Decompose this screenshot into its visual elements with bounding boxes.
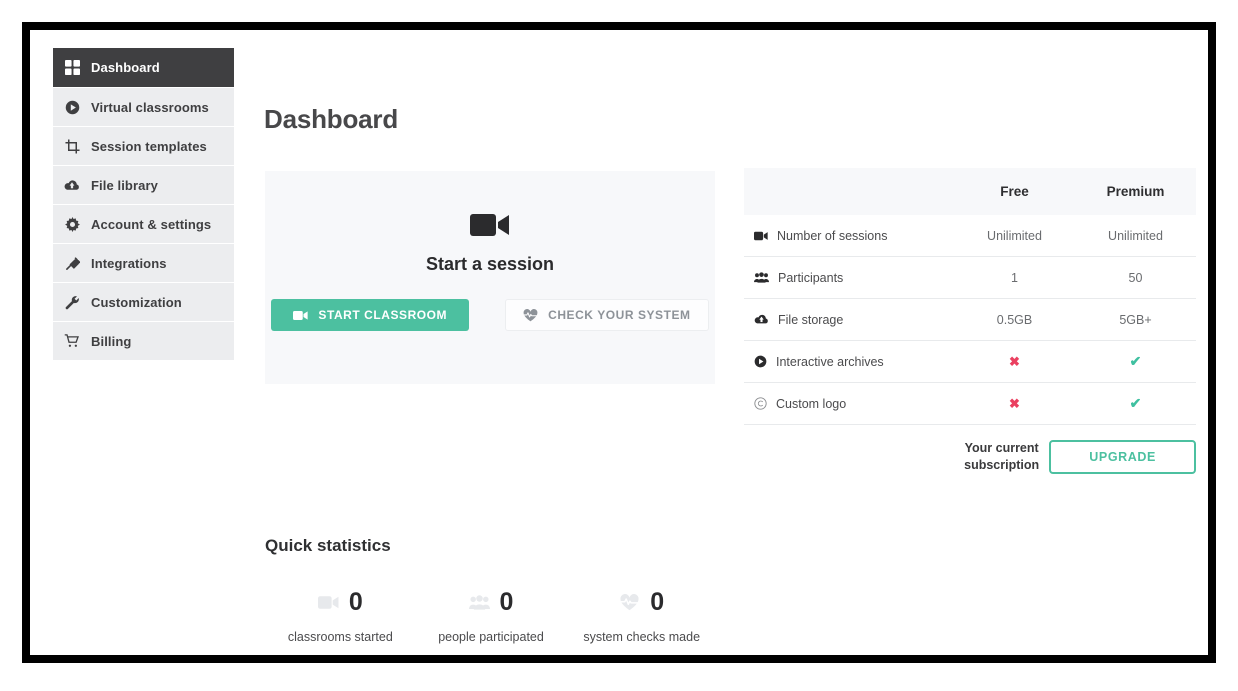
- page-title: Dashboard: [264, 104, 399, 134]
- plan-premium-value: ✔: [1075, 353, 1196, 370]
- current-subscription-note: Your current subscription: [964, 441, 1040, 472]
- sidebar-item-label: Account & settings: [91, 216, 212, 232]
- video-camera-icon: [754, 231, 768, 241]
- browser-frame: Dashboard Virtual classrooms Session tem…: [22, 22, 1216, 663]
- plan-feature-label: Interactive archives: [776, 354, 884, 369]
- video-camera-icon: [317, 595, 339, 610]
- sidebar-item-label: Dashboard: [91, 60, 160, 75]
- plan-premium-value: 5GB+: [1119, 312, 1152, 327]
- sidebar-item-file-library[interactable]: File library: [53, 166, 234, 205]
- plan-feature-label: Number of sessions: [777, 228, 888, 243]
- start-session-actions: START CLASSROOM CHECK YOUR SYSTEM: [271, 299, 709, 331]
- plan-feature-label: Participants: [778, 270, 844, 285]
- table-row: Custom logo ✖ ✔: [744, 383, 1196, 425]
- stat-people-participated: 0 people participated: [416, 588, 567, 644]
- upgrade-button[interactable]: UPGRADE: [1049, 440, 1196, 474]
- check-icon: ✔: [1129, 353, 1142, 369]
- plug-icon: [53, 256, 91, 271]
- sidebar-item-account-settings[interactable]: Account & settings: [53, 205, 234, 244]
- sidebar-item-customization[interactable]: Customization: [53, 283, 234, 322]
- plan-premium-value: Unilimited: [1108, 228, 1163, 243]
- gear-icon: [53, 216, 91, 232]
- start-session-card: Start a session START CLASSROOM CHECK YO…: [265, 171, 715, 384]
- video-camera-icon: [293, 310, 309, 321]
- start-classroom-button[interactable]: START CLASSROOM: [271, 299, 470, 331]
- plan-feature-label: File storage: [778, 312, 844, 327]
- check-system-label: CHECK YOUR SYSTEM: [548, 308, 691, 322]
- plan-premium-value: 50: [1128, 270, 1143, 285]
- stat-value: 0: [499, 588, 514, 616]
- stat-value-group: 0: [468, 588, 514, 617]
- stat-classrooms-started: 0 classrooms started: [265, 588, 416, 644]
- plan-free-value: Unilimited: [987, 228, 1042, 243]
- sidebar-item-label: Virtual classrooms: [91, 99, 209, 115]
- sidebar-item-label: Session templates: [91, 138, 207, 154]
- plan-table-footer: Your current subscription UPGRADE: [744, 425, 1196, 489]
- sidebar-item-label: File library: [91, 177, 158, 193]
- plan-header-premium: Premium: [1106, 184, 1165, 199]
- quick-statistics-row: 0 classrooms started 0 people participat…: [265, 588, 717, 644]
- heartbeat-icon: [523, 308, 538, 322]
- cloud-upload-icon: [53, 179, 91, 192]
- sidebar: Dashboard Virtual classrooms Session tem…: [53, 48, 234, 361]
- users-icon: [468, 595, 490, 610]
- stat-caption: people participated: [438, 630, 544, 644]
- table-row: Participants 1 50: [744, 257, 1196, 299]
- app-root: Dashboard Virtual classrooms Session tem…: [30, 30, 1208, 655]
- sidebar-item-label: Integrations: [91, 255, 167, 271]
- plan-header-free: Free: [1000, 184, 1029, 199]
- users-icon: [754, 272, 769, 283]
- plan-free-value: 0.5GB: [996, 312, 1033, 327]
- plan-feature-cell: Number of sessions: [744, 229, 954, 243]
- cart-icon: [53, 334, 91, 348]
- heartbeat-icon: [619, 594, 640, 611]
- play-circle-icon: [754, 355, 767, 368]
- quick-statistics-title: Quick statistics: [265, 536, 391, 555]
- cloud-upload-icon: [754, 314, 769, 325]
- plan-feature-cell: Participants: [744, 271, 954, 285]
- upgrade-button-wrap: UPGRADE: [1049, 440, 1196, 474]
- stat-value: 0: [348, 588, 363, 616]
- check-icon: ✔: [1129, 395, 1142, 411]
- cross-icon: ✖: [1009, 395, 1020, 411]
- sidebar-item-billing[interactable]: Billing: [53, 322, 234, 361]
- plan-free-value: 1: [1011, 270, 1018, 285]
- plan-feature-cell: Interactive archives: [744, 355, 954, 369]
- cross-icon: ✖: [1009, 353, 1020, 369]
- plan-feature-cell: File storage: [744, 313, 954, 327]
- plan-free-value: ✖: [954, 396, 1075, 412]
- table-row: Number of sessions Unilimited Unilimited: [744, 215, 1196, 257]
- play-circle-icon: [53, 100, 91, 115]
- crop-icon: [53, 138, 91, 154]
- main-content: Dashboard Start a session START CLASSROO…: [234, 48, 1208, 655]
- table-row: Interactive archives ✖ ✔: [744, 341, 1196, 383]
- stat-caption: system checks made: [583, 630, 701, 644]
- table-row: File storage 0.5GB 5GB+: [744, 299, 1196, 341]
- sidebar-item-label: Customization: [91, 294, 182, 310]
- sidebar-item-dashboard[interactable]: Dashboard: [53, 48, 234, 88]
- stat-value: 0: [650, 588, 665, 616]
- start-session-heading: Start a session: [425, 254, 555, 274]
- sidebar-item-virtual-classrooms[interactable]: Virtual classrooms: [53, 88, 234, 127]
- sidebar-item-label: Billing: [91, 333, 132, 349]
- start-classroom-label: START CLASSROOM: [318, 308, 448, 322]
- stat-system-checks-made: 0 system checks made: [566, 588, 717, 644]
- sidebar-item-integrations[interactable]: Integrations: [53, 244, 234, 283]
- plan-premium-value: ✔: [1075, 395, 1196, 412]
- check-system-button[interactable]: CHECK YOUR SYSTEM: [505, 299, 709, 331]
- video-camera-icon: [470, 211, 510, 239]
- plan-comparison-table: Free Premium Number of sessions Unilimit…: [744, 168, 1196, 489]
- plan-feature-label: Custom logo: [776, 396, 847, 411]
- stat-caption: classrooms started: [287, 630, 393, 644]
- grid-icon: [53, 60, 91, 75]
- wrench-icon: [53, 295, 91, 310]
- stat-value-group: 0: [317, 588, 363, 617]
- copyright-icon: [754, 397, 767, 410]
- plan-table-header: Free Premium: [744, 168, 1196, 215]
- plan-free-value: ✖: [954, 354, 1075, 370]
- sidebar-item-session-templates[interactable]: Session templates: [53, 127, 234, 166]
- plan-feature-cell: Custom logo: [744, 397, 954, 411]
- stat-value-group: 0: [619, 588, 664, 617]
